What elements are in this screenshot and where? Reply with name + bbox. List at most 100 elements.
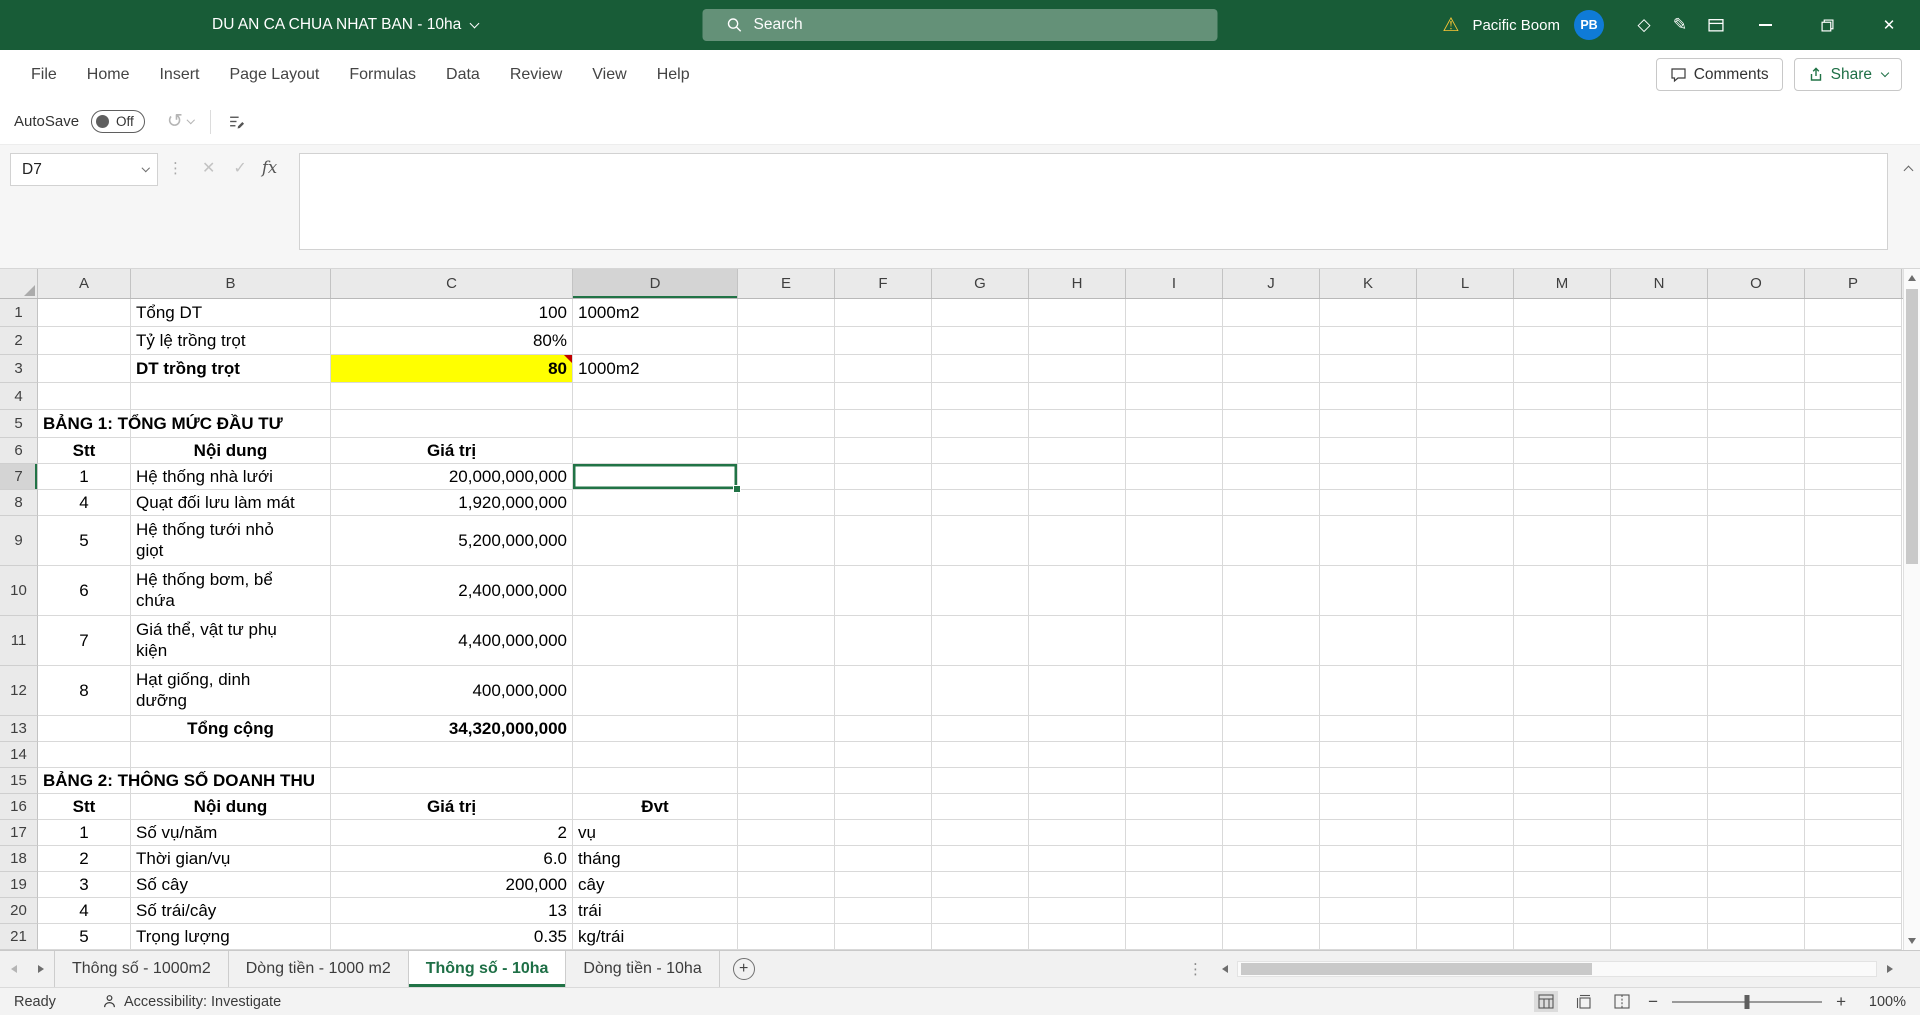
row-header-9[interactable]: 9: [0, 516, 38, 566]
cell-A18[interactable]: 2: [38, 846, 131, 872]
cell-L4[interactable]: [1417, 383, 1514, 410]
cell-N20[interactable]: [1611, 898, 1708, 924]
cell-M8[interactable]: [1514, 490, 1611, 516]
row-header-16[interactable]: 16: [0, 794, 38, 820]
cell-P7[interactable]: [1805, 464, 1902, 490]
cell-D2[interactable]: [573, 327, 738, 355]
cell-C16[interactable]: Giá trị: [331, 794, 573, 820]
cell-N16[interactable]: [1611, 794, 1708, 820]
cell-H8[interactable]: [1029, 490, 1126, 516]
name-box[interactable]: D7: [10, 153, 158, 186]
column-header-L[interactable]: L: [1417, 269, 1514, 298]
cell-G16[interactable]: [932, 794, 1029, 820]
column-header-N[interactable]: N: [1611, 269, 1708, 298]
cell-B16[interactable]: Nội dung: [131, 794, 331, 820]
cell-L9[interactable]: [1417, 516, 1514, 566]
cell-C4[interactable]: [331, 383, 573, 410]
cell-H11[interactable]: [1029, 616, 1126, 666]
cell-G8[interactable]: [932, 490, 1029, 516]
sheet-nav-left-button[interactable]: [0, 951, 27, 987]
cell-N8[interactable]: [1611, 490, 1708, 516]
cell-O11[interactable]: [1708, 616, 1805, 666]
cell-D11[interactable]: [573, 616, 738, 666]
cell-H20[interactable]: [1029, 898, 1126, 924]
cell-E12[interactable]: [738, 666, 835, 716]
cell-O1[interactable]: [1708, 299, 1805, 327]
cell-A5[interactable]: BẢNG 1: TỔNG MỨC ĐẦU TƯ: [38, 410, 283, 438]
cell-H2[interactable]: [1029, 327, 1126, 355]
cell-C7[interactable]: 20,000,000,000: [331, 464, 573, 490]
column-header-F[interactable]: F: [835, 269, 932, 298]
cell-P15[interactable]: [1805, 768, 1902, 794]
cell-A11[interactable]: 7: [38, 616, 131, 666]
cell-P16[interactable]: [1805, 794, 1902, 820]
cell-B14[interactable]: [131, 742, 331, 768]
cell-E3[interactable]: [738, 355, 835, 383]
tab-review[interactable]: Review: [495, 66, 577, 84]
cell-C8[interactable]: 1,920,000,000: [331, 490, 573, 516]
cell-P2[interactable]: [1805, 327, 1902, 355]
cell-G12[interactable]: [932, 666, 1029, 716]
cell-A14[interactable]: [38, 742, 131, 768]
cell-O21[interactable]: [1708, 924, 1805, 950]
cell-H3[interactable]: [1029, 355, 1126, 383]
cell-B10[interactable]: Hệ thống bơm, bể chứa: [131, 566, 331, 616]
restore-button[interactable]: [1796, 0, 1858, 50]
cell-K4[interactable]: [1320, 383, 1417, 410]
cell-G9[interactable]: [932, 516, 1029, 566]
column-header-A[interactable]: A: [38, 269, 131, 298]
cell-D18[interactable]: tháng: [573, 846, 738, 872]
hscroll-right-button[interactable]: [1877, 951, 1902, 987]
cell-N4[interactable]: [1611, 383, 1708, 410]
cell-H12[interactable]: [1029, 666, 1126, 716]
cell-K15[interactable]: [1320, 768, 1417, 794]
cell-E4[interactable]: [738, 383, 835, 410]
cell-A13[interactable]: [38, 716, 131, 742]
enter-icon[interactable]: ✓: [233, 161, 246, 177]
horizontal-scrollbar[interactable]: [1237, 961, 1877, 977]
zoom-level[interactable]: 100%: [1860, 994, 1906, 1010]
tab-page-layout[interactable]: Page Layout: [214, 66, 334, 84]
cell-P19[interactable]: [1805, 872, 1902, 898]
row-header-4[interactable]: 4: [0, 383, 38, 410]
cell-O8[interactable]: [1708, 490, 1805, 516]
cell-I14[interactable]: [1126, 742, 1223, 768]
cell-A12[interactable]: 8: [38, 666, 131, 716]
cell-D9[interactable]: [573, 516, 738, 566]
cell-M21[interactable]: [1514, 924, 1611, 950]
cell-P10[interactable]: [1805, 566, 1902, 616]
cell-F9[interactable]: [835, 516, 932, 566]
cell-P4[interactable]: [1805, 383, 1902, 410]
cell-E7[interactable]: [738, 464, 835, 490]
cell-D1[interactable]: 1000m2: [573, 299, 738, 327]
cell-N10[interactable]: [1611, 566, 1708, 616]
cell-F3[interactable]: [835, 355, 932, 383]
cell-O17[interactable]: [1708, 820, 1805, 846]
cell-I7[interactable]: [1126, 464, 1223, 490]
cell-O2[interactable]: [1708, 327, 1805, 355]
cell-A8[interactable]: 4: [38, 490, 131, 516]
cell-C17[interactable]: 2: [331, 820, 573, 846]
fill-handle[interactable]: [733, 485, 741, 493]
cell-D15[interactable]: [573, 768, 738, 794]
cell-F17[interactable]: [835, 820, 932, 846]
cell-L11[interactable]: [1417, 616, 1514, 666]
tab-formulas[interactable]: Formulas: [334, 66, 431, 84]
cell-L18[interactable]: [1417, 846, 1514, 872]
cell-P3[interactable]: [1805, 355, 1902, 383]
cell-P6[interactable]: [1805, 438, 1902, 464]
cell-M18[interactable]: [1514, 846, 1611, 872]
cell-J2[interactable]: [1223, 327, 1320, 355]
cell-N9[interactable]: [1611, 516, 1708, 566]
cell-J7[interactable]: [1223, 464, 1320, 490]
cell-E21[interactable]: [738, 924, 835, 950]
cell-G11[interactable]: [932, 616, 1029, 666]
collapse-formula-bar-button[interactable]: [1903, 161, 1914, 179]
cell-A21[interactable]: 5: [38, 924, 131, 950]
cell-J13[interactable]: [1223, 716, 1320, 742]
cell-K14[interactable]: [1320, 742, 1417, 768]
cell-I12[interactable]: [1126, 666, 1223, 716]
cell-C21[interactable]: 0.35: [331, 924, 573, 950]
row-header-20[interactable]: 20: [0, 898, 38, 924]
cell-A4[interactable]: [38, 383, 131, 410]
